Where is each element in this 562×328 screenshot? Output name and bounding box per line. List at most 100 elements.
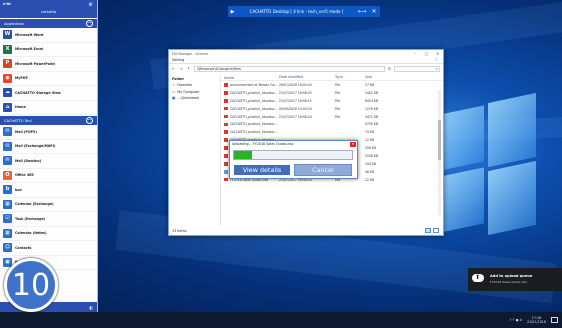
column-type[interactable]: Type [335,75,365,80]
app-item-calendar-notes-[interactable]: ▦ Calendar (Notes) [0,227,97,241]
app-icon: ✉ [3,156,12,166]
cancel-button[interactable]: Cancel [294,164,352,176]
vertical-scrollbar[interactable] [438,90,441,215]
document-file-icon [224,114,228,119]
upload-progress-dialog: Uploading... FY2018 Sales Quota.xlsx ✕ V… [229,140,358,179]
file-date: 21/07/2017 16:08:15 [279,98,312,103]
collapse-icon[interactable]: − [86,20,93,27]
file-row[interactable]: CACHATTO_product_introduc… 74 KB [221,128,443,136]
folder-tree: Folder ★ Favorites ▭ My Computer ■ …\Quickwor… [169,75,221,226]
app-icon: ▦ [3,228,12,238]
notification-icon[interactable] [551,317,558,323]
section-tool[interactable]: CACHATTO Tool − [0,116,97,125]
app-item-mail-domino-[interactable]: ✉ Mail (Domino) [0,154,97,169]
app-label: Office 365 [15,173,34,178]
app-item-calendar-exchange-[interactable]: ▦ Calendar (Exchange) [0,198,97,212]
app-item-office-365[interactable]: O Office 365 [0,169,97,183]
ribbon-setting[interactable]: Setting [172,58,184,62]
tiles-view-icon[interactable] [433,228,439,233]
upload-title: Uploading... FY2018 Sales Quota.xlsx [232,142,294,146]
file-name-cell: CACHATTO_product_introduc… [221,122,279,126]
file-size: 3471 KB [365,114,379,119]
up-icon[interactable]: ↑ [187,66,190,71]
maximize-icon[interactable]: ▢ [421,51,432,56]
path-input[interactable]: \\fileserver\01\english\files [194,65,385,72]
file-row[interactable]: CACHATTO_product_introduc… 21/07/2017 16:… [221,89,443,97]
app-item-task-exchange-[interactable]: ☑ Task (Exchange) [0,212,97,227]
search-input[interactable]: ⌕ [394,65,440,72]
section-application[interactable]: Application − [0,19,97,28]
app-icon: P [3,59,12,69]
file-size: 2402 KB [365,90,379,95]
file-row[interactable]: CACHATTO_product_introduc… 21/07/2017 16:… [221,97,443,105]
column-date[interactable]: Date modified [279,75,335,80]
app-item-mail-exchange-mapi-[interactable]: ✉ Mail (Exchange/MAPI) [0,140,97,154]
upload-queue-toast[interactable]: Add to upload queue FY2018 Sales Quota.x… [468,268,562,291]
app-label: Microsoft Excel [15,47,44,52]
document-file-icon [224,106,228,111]
file-type: File [335,82,341,87]
close-icon[interactable]: ✕ [368,8,380,15]
swap-icon[interactable]: ⟷ [356,8,368,15]
file-row[interactable]: CACHATTO_product_introduc… 21/07/2017 16:… [221,113,443,121]
app-icon: ◉ [3,73,12,83]
pin-icon[interactable]: ◧ [89,305,93,310]
close-icon[interactable]: ✕ [432,51,443,56]
forward-icon[interactable]: → [179,66,182,71]
play-icon[interactable]: ▶ [228,9,237,15]
system-tray: ↑⇡ ● A 17:26 22/01/2018 [509,316,562,324]
app-item-microsoft-excel[interactable]: X Microsoft Excel [0,43,97,57]
app-item-box[interactable]: b box [0,183,97,198]
file-name-cell: CACHATTO_product_introduc… [221,107,279,111]
file-row[interactable]: CACHATTO_product_introduc… 05/09/2016 14:… [221,105,443,113]
app-item-home[interactable]: ⌂ Home [0,101,97,115]
refresh-icon[interactable]: ↻ [385,66,394,71]
view-details-button[interactable]: View details [233,164,291,176]
app-item-microsoft-word[interactable]: W Microsoft Word [0,28,97,43]
help-icon[interactable]: ? [435,58,437,62]
app-item-mypdf[interactable]: ◉ MyPDF [0,72,97,86]
app-icon: ✉ [3,127,12,137]
file-size: 27 KB [365,82,375,87]
file-name: CACHATTO_product_introduc… [230,130,278,135]
folder-tree-item[interactable]: ■ …\Quickwork [169,95,220,101]
app-label: Mail (Domino) [15,158,42,163]
file-size: 1276 KB [365,106,379,111]
tray-icons[interactable]: ↑⇡ ● A [509,318,522,322]
file-name: CACHATTO_product_introduc… [230,114,278,119]
file-type: File [335,114,341,119]
scrollbar-thumb[interactable] [438,120,441,160]
app-item-contacts[interactable]: ☺ Contacts [0,241,97,256]
column-name[interactable]: Name [221,75,279,80]
app-icon: ☁ [3,88,12,98]
app-icon: b [3,185,12,195]
clock[interactable]: 17:26 22/01/2018 [527,316,546,324]
section-label: CACHATTO Tool [4,118,32,123]
app-label: MyPDF [15,76,28,81]
file-date: 26/01/2018 18:04:50 [279,82,312,87]
app-item-cachatto-storage-view[interactable]: ☁ CACHATTO Storage View [0,86,97,101]
file-type: File [335,98,341,103]
app-label: Task (Exchange) [15,216,46,221]
gear-icon[interactable]: ⚙ [89,2,93,8]
app-item-microsoft-powerpoint[interactable]: P Microsoft PowerPoint [0,57,97,72]
app-icon: O [3,170,12,180]
file-row[interactable]: Announcement at Master Ge… 26/01/2018 18:… [221,81,443,89]
close-icon[interactable]: ✕ [350,141,356,147]
cloud-upload-icon [472,273,484,282]
file-name: Announcement at Master Ge… [230,82,278,87]
upload-progress-bar [233,150,353,160]
file-row[interactable]: CACHATTO_product_introduc… 4735 KB [221,120,443,128]
connection-bar: ▶ CACHATTO Desktop [ 4 link - tech_ver5 … [228,6,380,17]
back-icon[interactable]: ← [172,66,175,71]
file-size: 12 KB [365,138,375,143]
app-icon: ☑ [3,214,12,224]
column-size[interactable]: Size [365,75,395,80]
search-icon[interactable]: ⌕ [436,66,438,72]
document-file-icon [224,154,228,158]
app-item-mail-pop3-[interactable]: ✉ Mail (POP3) [0,125,97,140]
minimize-icon[interactable]: – [410,51,421,56]
collapse-icon[interactable]: − [86,117,93,124]
address-bar-row: ← → ↑ \\fileserver\01\english\files ↻ ⌕ [169,64,443,73]
details-view-icon[interactable] [425,228,431,233]
